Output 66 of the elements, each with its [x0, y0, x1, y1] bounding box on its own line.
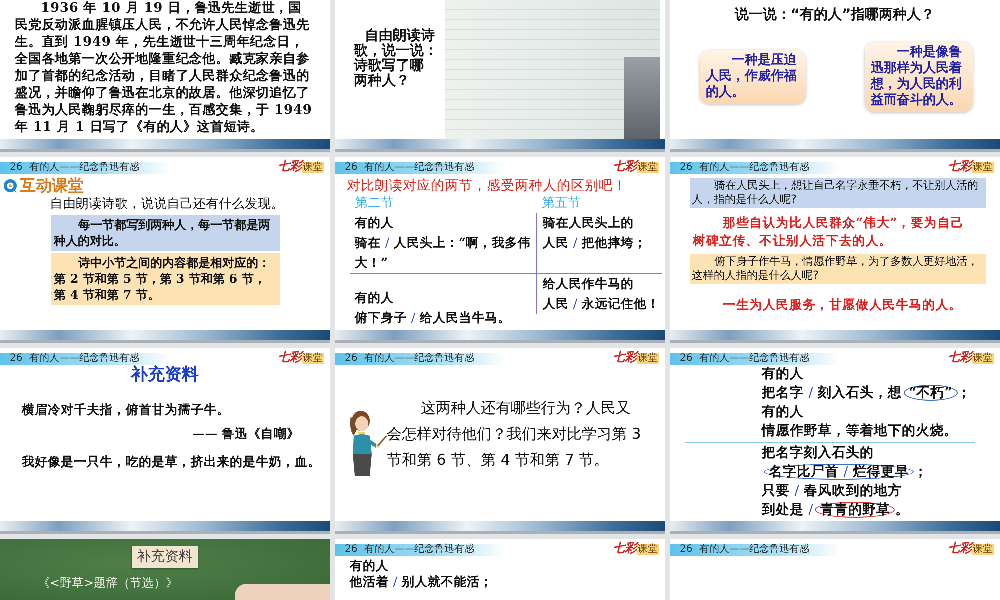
lesson-number: 26 [345, 544, 358, 556]
question-heading: 说一说：“有的人”指哪两种人？ [734, 6, 936, 23]
section-heading: 互动课堂 [20, 176, 84, 196]
poem-line: 骑在 / 人民头上：“啊，我多伟 [355, 234, 532, 252]
question-callout: 骑在人民头上，想让自己名字永垂不朽，不让别人活的人，指的是什么人呢? [690, 178, 986, 208]
lesson-number: 26 [10, 353, 23, 365]
intro-paragraph: 1936 年 10 月 19 日，鲁迅先生逝世，国民党反动派血腥镇压人民，不允许人民悼念鲁迅先生。直到 1949 年，先生逝世十三周年纪念日，全国各地第一次公开地隆重纪念他。臧克家亲自参加了首都的纪念活动，目睹了人民群众纪念鲁迅的盛况，并瞻仰了鲁迅在北京的故居。他深切追忆了鲁迅为人民鞠躬尽瘁的一生，百感交集，于 1949 年 11 月 1 日写了《有的人》这首短诗。 [14, 0, 314, 136]
brand-logo: 七彩课堂 [613, 350, 659, 366]
poem-line: 有的人 [355, 289, 394, 307]
slide-title: 补充资料 [130, 366, 200, 384]
quote-text: 横眉冷对千夫指，俯首甘为孺子牛。 [20, 401, 231, 419]
material-label: 补充资料 [132, 546, 198, 568]
lesson-title: 有的人——纪念鲁迅有感 [700, 162, 810, 174]
poem-line: 人民 / 把他摔垮； [543, 234, 647, 252]
answer-text: 一生为人民服务，甘愿做人民牛马的人。 [722, 296, 964, 314]
note-callout: 每一节都写到两种人，每一节都是两种人的对比。 [51, 215, 280, 251]
poem-line: 有的人 [355, 214, 394, 232]
lesson-title: 有的人——纪念鲁迅有感 [30, 162, 140, 174]
poem-line: 有的人 [762, 365, 804, 384]
poem-line: 把名字刻入石头的 [762, 444, 874, 463]
poem-line: 俯下身子 / 给人民当牛马。 [355, 309, 511, 327]
poem-line: 到处是 / 青青的野草 。 [762, 501, 910, 520]
lesson-number: 26 [680, 544, 693, 556]
stanza-heading: 第五节 [541, 195, 582, 213]
poem-line: 大！” [355, 254, 388, 272]
poem-line: 人民 / 永远记住他！ [543, 295, 660, 313]
lesson-title: 有的人——纪念鲁迅有感 [700, 544, 810, 556]
brand-logo: 七彩课堂 [278, 350, 324, 366]
poem-line: 把名字 / 刻入石头，想 “不朽” ； [762, 384, 972, 403]
quote-text: 我好像是一只牛，吃的是草，挤出来的是牛奶，血。 [20, 453, 322, 471]
speech-bubble-icon [3, 178, 18, 194]
poem-line: 有的人 [350, 558, 389, 574]
note-callout: 诗中小节之间的内容都是相对应的：第 2 节和第 5 节，第 3 节和第 6 节，第 4 节和第 7 节。 [51, 253, 280, 305]
poem-line: 情愿作野草，等着地下的火烧。 [762, 422, 958, 441]
brand-logo: 七彩课堂 [613, 541, 659, 557]
lesson-title: 有的人——纪念鲁迅有感 [30, 353, 140, 365]
poem-line: 有的人 [762, 403, 804, 422]
lesson-number: 26 [680, 353, 693, 365]
answer-card: 一种是像鲁迅那样为人民着想，为人民的利益而奋斗的人。 [865, 42, 973, 112]
lesson-title: 有的人——纪念鲁迅有感 [364, 544, 475, 556]
lesson-number: 26 [345, 353, 358, 365]
lesson-title: 有的人——纪念鲁迅有感 [364, 353, 475, 365]
chalk-text: 《<野草>题辞（节选）》 [37, 577, 178, 589]
question-callout: 俯下身子作牛马，情愿作野草，为了多数人更好地活，这样的人指的是什么人呢? [690, 254, 986, 284]
quote-source: —— 鲁迅《自嘲》 [192, 425, 301, 443]
discussion-prompt: 这两种人还有哪些行为？人民又会怎样对待他们？我们来对比学习第 3 节和第 6 节、第 4 节和第 7 节。 [387, 398, 642, 471]
brand-logo: 七彩课堂 [948, 541, 994, 557]
instruction-heading: 对比朗读对应的两节，感受两种人的区别吧！ [346, 177, 628, 195]
lesson-number: 26 [10, 162, 23, 174]
answer-card: 一种是压迫人民，作威作福的人。 [700, 50, 806, 104]
poem-line: 只要 / 春风吹到的地方 [762, 482, 902, 501]
brand-logo: 七彩课堂 [948, 350, 994, 366]
lesson-title: 有的人——纪念鲁迅有感 [364, 162, 475, 174]
reading-prompt: 自由朗读诗 歌，说一说： 诗歌写了哪 两种人？ [352, 26, 439, 91]
poem-line: 骑在人民头上的 [543, 214, 634, 232]
lesson-number: 26 [345, 162, 358, 174]
lesson-title: 有的人——纪念鲁迅有感 [700, 353, 810, 365]
brand-logo: 七彩课堂 [278, 159, 324, 175]
poem-line: 给人民作牛马的 [543, 275, 634, 293]
brand-logo: 七彩课堂 [948, 159, 994, 175]
poem-line: 他活着 / 别人就不能活； [350, 574, 493, 590]
brand-logo: 七彩课堂 [613, 159, 659, 175]
instruction-text: 自由朗读诗歌，说说自己还有什么发现。 [49, 197, 285, 213]
answer-text: 那些自认为比人民群众“伟大”，要为自己树碑立传、不让别人活下去的人。 [692, 214, 966, 250]
lesson-number: 26 [680, 162, 693, 174]
stanza-heading: 第二节 [354, 195, 395, 213]
